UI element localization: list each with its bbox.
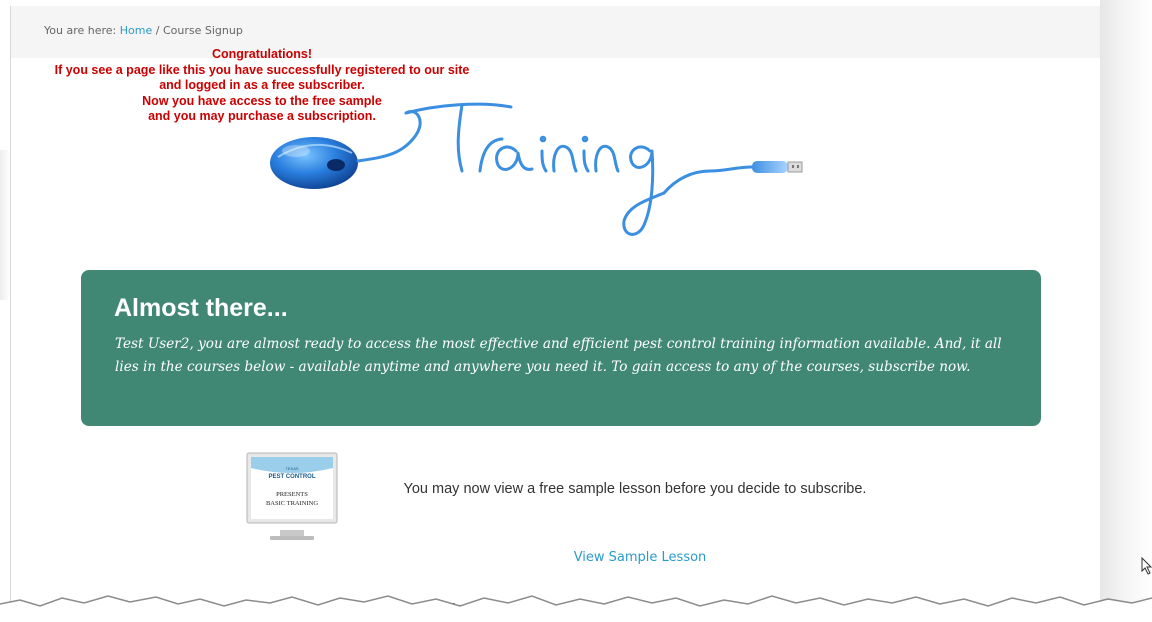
sample-description: You may now view a free sample lesson be…: [403, 481, 867, 497]
annotation-line: and logged in as a free subscriber.: [159, 78, 365, 92]
usb-plug-icon: [752, 161, 803, 173]
monitor-thumbnail[interactable]: TEXAS PEST CONTROL PRESENTS BASIC TRAINI…: [246, 452, 338, 544]
training-banner: [270, 102, 803, 236]
torn-edge: [0, 595, 1152, 622]
hero-title: Almost there...: [114, 294, 288, 322]
mouse-icon: [270, 137, 358, 189]
hero-text: Test User2, you are almost ready to acce…: [115, 336, 1002, 375]
cable-lettering: [356, 102, 754, 236]
monitor-brand: PEST CONTROL: [268, 474, 315, 480]
breadcrumb-separator: /: [155, 24, 160, 37]
mouse-pointer-icon: [1141, 557, 1152, 575]
annotation-line: If you see a page like this you have suc…: [54, 62, 470, 77]
view-sample-lesson-link[interactable]: View Sample Lesson: [540, 550, 740, 565]
monitor-line-1: PRESENTS: [276, 491, 308, 498]
almost-there-panel: Almost there... Test User2, you are almo…: [81, 270, 1041, 426]
breadcrumb: You are here: Home / Course Signup: [44, 24, 243, 37]
breadcrumb-current: Course Signup: [162, 24, 243, 37]
breadcrumb-home-link[interactable]: Home: [120, 24, 152, 37]
annotation-line: Congratulations!: [212, 47, 312, 61]
window-shadow-right: [1100, 0, 1152, 622]
breadcrumb-prefix: You are here:: [44, 24, 117, 37]
window-shadow-left: [0, 150, 10, 300]
monitor-brand-top: TEXAS: [285, 466, 298, 471]
monitor-line-2: BASIC TRAINING: [266, 500, 318, 507]
